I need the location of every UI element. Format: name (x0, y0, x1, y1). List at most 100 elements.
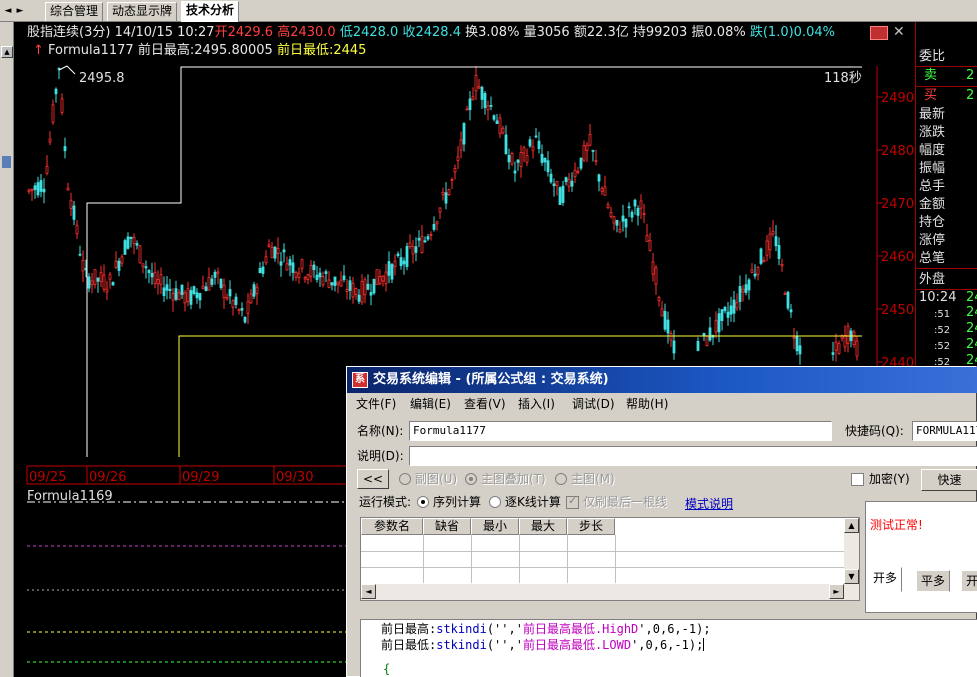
last-bar-checkbox[interactable] (566, 494, 579, 509)
candle-body (177, 292, 181, 301)
time-axis-label: 09/25 (29, 470, 66, 485)
param-vertical-scrollbar[interactable]: ▲ ▼ (844, 518, 859, 586)
buy-label: 买 (924, 88, 938, 103)
candle-body (231, 300, 235, 308)
menu-edit[interactable]: 编辑(E) (410, 396, 451, 412)
candle-body (198, 293, 202, 301)
nav-arrow-right-icon[interactable]: ► (14, 3, 26, 19)
candle-body (27, 189, 31, 192)
candle-body (129, 236, 133, 239)
candle-body (843, 335, 847, 348)
scroll-up-icon[interactable]: ▲ (844, 518, 859, 533)
order-ratio-label: 委比 (919, 49, 946, 64)
description-input[interactable] (409, 446, 977, 466)
chart-datetime: 14/10/15 10:27 (114, 25, 215, 40)
candle-body (420, 236, 424, 253)
bar-calc-label: 逐K线计算 (505, 495, 561, 509)
candle-body (672, 340, 676, 354)
sequence-calc-radio[interactable] (417, 496, 429, 508)
shortcut-input[interactable]: FORMULA1177 (912, 421, 977, 441)
candle-body (771, 230, 775, 235)
quick-button[interactable]: 快速 (921, 469, 977, 491)
param-horizontal-scrollbar[interactable]: ◄ ► (361, 584, 859, 600)
candle-body (114, 260, 118, 268)
menu-view[interactable]: 查看(V) (464, 396, 506, 412)
candle-body (66, 187, 70, 191)
candle-body (45, 165, 49, 174)
candle-body (240, 308, 244, 311)
candle-body (462, 123, 466, 145)
candle-body (264, 256, 268, 264)
param-header-default[interactable]: 缺省 (423, 518, 471, 535)
splitter-handle[interactable] (2, 156, 11, 168)
tab-open-more[interactable]: 开 (961, 570, 977, 592)
code-line: 前日最高:stkindi('','前日最高最低.HighD',0,6,-1); (381, 622, 711, 636)
candle-body (327, 279, 331, 288)
dialog-title-bar[interactable]: 系 交易系统编辑 - (所属公式组 : 交易系统) (347, 367, 977, 393)
mode-help-link[interactable]: 模式说明 (685, 495, 733, 512)
candle-body (423, 240, 427, 243)
main-chart-radio[interactable] (555, 473, 567, 485)
candle-body (783, 293, 787, 295)
param-header-name[interactable]: 参数名 (361, 518, 423, 535)
candle-body (252, 284, 256, 297)
candle-body (846, 325, 850, 344)
candle-body (501, 127, 505, 134)
candle-body (348, 280, 352, 291)
candle-body (660, 308, 664, 317)
menu-help[interactable]: 帮助(H) (626, 396, 668, 412)
amplitude-label: 振幅 (919, 161, 946, 176)
tab-close-long[interactable]: 平多 (916, 570, 951, 592)
menu-insert[interactable]: 插入(I) (518, 396, 555, 412)
candle-body (207, 277, 211, 291)
tab-dynamic-board[interactable]: 动态显示牌 (107, 2, 178, 21)
candle-body (768, 233, 772, 251)
candle-body (267, 244, 271, 247)
tab-general-management[interactable]: 综合管理 (45, 2, 104, 21)
app-icon: 系 (352, 372, 368, 388)
candle-body (315, 274, 319, 281)
encrypt-checkbox[interactable] (851, 473, 864, 486)
candle-body (525, 155, 529, 163)
name-label: 名称(N): (357, 424, 404, 438)
param-header-max[interactable]: 最大 (519, 518, 567, 535)
candle-body (303, 277, 307, 280)
prev-low-label: 前日最低: (276, 43, 334, 58)
candle-body (168, 288, 172, 291)
candle-body (219, 278, 223, 288)
collapse-up-icon[interactable]: ▲ (1, 46, 13, 58)
parameter-table[interactable]: 参数名 缺省 最小 最大 步长 ▲ ▼ ◄ ► (360, 517, 860, 601)
grid-line (615, 535, 616, 583)
menu-debug[interactable]: 调试(D) (572, 396, 615, 412)
candle-body (729, 305, 733, 315)
amplitude: 振0.08% (691, 25, 746, 40)
bar-calc-radio[interactable] (489, 496, 501, 508)
param-header-min[interactable]: 最小 (471, 518, 519, 535)
window-icon[interactable] (870, 26, 888, 40)
scroll-left-icon[interactable]: ◄ (361, 584, 376, 599)
name-input[interactable]: Formula1177 (409, 421, 832, 441)
candle-body (126, 236, 130, 249)
tab-technical-analysis[interactable]: 技术分析 (181, 1, 240, 22)
tab-open-long[interactable]: 开多 (868, 567, 903, 592)
main-overlay-radio[interactable] (465, 473, 477, 485)
candle-body (285, 263, 289, 271)
candle-body (567, 178, 571, 187)
candle-body (429, 234, 433, 236)
last-bar-label: 仅刷最后一根线 (583, 495, 668, 509)
candle-body (495, 120, 499, 124)
scroll-right-icon[interactable]: ► (829, 584, 844, 599)
test-status-box: 测试正常! 开多 平多 开 (865, 501, 977, 613)
candle-body (837, 343, 841, 354)
scroll-down-icon[interactable]: ▼ (844, 569, 859, 584)
nav-arrow-left-icon[interactable]: ◄ (2, 3, 14, 19)
candle-body (432, 224, 436, 230)
candle-body (534, 135, 538, 138)
candle-body (558, 187, 562, 205)
menu-file[interactable]: 文件(F) (356, 396, 396, 412)
subchart-radio[interactable] (399, 473, 411, 485)
param-header-step[interactable]: 步长 (567, 518, 615, 535)
formula-code-editor[interactable]: 前日最高:stkindi('','前日最高最低.HighD',0,6,-1); … (360, 619, 977, 677)
close-chart-icon[interactable]: ✕ (893, 24, 905, 40)
collapse-button[interactable]: << (357, 469, 389, 489)
